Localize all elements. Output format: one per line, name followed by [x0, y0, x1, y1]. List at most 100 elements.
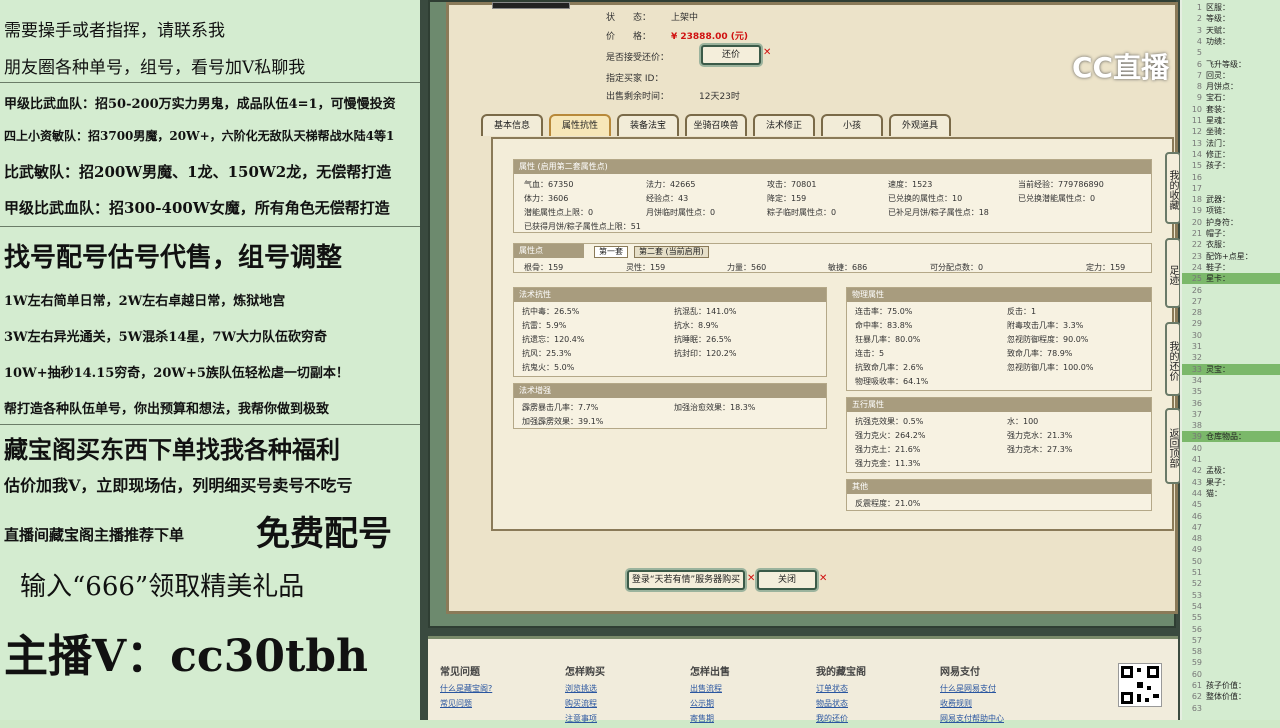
- spreadsheet-row[interactable]: 26: [1182, 285, 1280, 296]
- close-button[interactable]: 关闭: [757, 570, 817, 590]
- spreadsheet-row[interactable]: 29: [1182, 318, 1280, 329]
- tab-attributes[interactable]: 属性抗性: [549, 114, 611, 136]
- spreadsheet-row[interactable]: 31: [1182, 341, 1280, 352]
- spreadsheet-row[interactable]: 62 整体价值：: [1182, 691, 1280, 702]
- spreadsheet-row[interactable]: 7 回灵：: [1182, 70, 1280, 81]
- spreadsheet-row[interactable]: 51: [1182, 567, 1280, 578]
- spreadsheet-row[interactable]: 15 孩子：: [1182, 160, 1280, 171]
- footer-link[interactable]: 订单状态: [816, 683, 866, 694]
- footer-link[interactable]: 物品状态: [816, 698, 866, 709]
- footer-link[interactable]: 我的还价: [816, 713, 866, 724]
- spreadsheet-row[interactable]: 4 功绩：: [1182, 36, 1280, 47]
- spreadsheet-row[interactable]: 34: [1182, 375, 1280, 386]
- spreadsheet-row[interactable]: 43 果子：: [1182, 477, 1280, 488]
- spreadsheet-panel: 1 区服： 2 等级： 3 天赋： 4 功绩： 5 6 飞升等级： 7 回灵： 8 月饼点： 9 宝石： 10 套装…: [1182, 0, 1280, 720]
- five-cell: 强力克水：21.3%: [1007, 431, 1073, 440]
- spreadsheet-row[interactable]: 44 猫：: [1182, 488, 1280, 499]
- footer-link[interactable]: 寄售期: [690, 713, 730, 724]
- spreadsheet-row[interactable]: 20 护身符：: [1182, 217, 1280, 228]
- spreadsheet-row[interactable]: 46: [1182, 511, 1280, 522]
- spreadsheet-row[interactable]: 36: [1182, 398, 1280, 409]
- spreadsheet-row[interactable]: 49: [1182, 544, 1280, 555]
- footer-link[interactable]: 出售流程: [690, 683, 730, 694]
- spreadsheet-row[interactable]: 27: [1182, 296, 1280, 307]
- spreadsheet-row[interactable]: 1 区服：: [1182, 2, 1280, 13]
- tab-basic-info[interactable]: 基本信息: [481, 114, 543, 136]
- spreadsheet-row[interactable]: 23 配饰+点星：: [1182, 251, 1280, 262]
- spreadsheet-row[interactable]: 40: [1182, 443, 1280, 454]
- spreadsheet-row[interactable]: 25 星卡：: [1182, 273, 1280, 285]
- spreadsheet-row[interactable]: 17: [1182, 183, 1280, 194]
- row-label: 修正：: [1206, 149, 1230, 159]
- spreadsheet-row[interactable]: 8 月饼点：: [1182, 81, 1280, 92]
- spreadsheet-row[interactable]: 24 鞋子：: [1182, 262, 1280, 273]
- spreadsheet-row[interactable]: 42 孟极：: [1182, 465, 1280, 476]
- spreadsheet-row[interactable]: 19 项链：: [1182, 205, 1280, 216]
- spreadsheet-row[interactable]: 41: [1182, 454, 1280, 465]
- sidenav-my-bargains[interactable]: 我的还价: [1165, 322, 1181, 396]
- footer-link[interactable]: 浏览挑选: [565, 683, 605, 694]
- tab-children[interactable]: 小孩: [821, 114, 883, 136]
- spreadsheet-row[interactable]: 16: [1182, 172, 1280, 183]
- spreadsheet-row[interactable]: 52: [1182, 578, 1280, 589]
- spreadsheet-row[interactable]: 39 仓库物品：: [1182, 431, 1280, 443]
- footer-link[interactable]: 网易支付帮助中心: [940, 713, 1004, 724]
- spreadsheet-row[interactable]: 45: [1182, 499, 1280, 510]
- spreadsheet-row[interactable]: 38: [1182, 420, 1280, 431]
- spreadsheet-row[interactable]: 35: [1182, 386, 1280, 397]
- spreadsheet-row[interactable]: 10 套装：: [1182, 104, 1280, 115]
- sidenav-back-to-top[interactable]: 返回顶部: [1165, 408, 1181, 484]
- footer-link[interactable]: 什么是藏宝阁?: [440, 683, 492, 694]
- spreadsheet-row[interactable]: 48: [1182, 533, 1280, 544]
- footer-link[interactable]: 公示期: [690, 698, 730, 709]
- five-cell: 强力克金：11.3%: [855, 459, 921, 468]
- spreadsheet-row[interactable]: 53: [1182, 590, 1280, 601]
- spreadsheet-row[interactable]: 55: [1182, 612, 1280, 623]
- spreadsheet-row[interactable]: 57: [1182, 635, 1280, 646]
- spreadsheet-row[interactable]: 58: [1182, 646, 1280, 657]
- spreadsheet-row[interactable]: 5: [1182, 47, 1280, 58]
- spreadsheet-row[interactable]: 33 灵宝：: [1182, 363, 1280, 375]
- spreadsheet-row[interactable]: 37: [1182, 409, 1280, 420]
- footer-link[interactable]: 什么是网易支付: [940, 683, 1004, 694]
- spreadsheet-row[interactable]: 63: [1182, 703, 1280, 714]
- spreadsheet-row[interactable]: 22 衣服：: [1182, 239, 1280, 250]
- physical-cell: 狂暴几率：80.0%: [855, 335, 921, 344]
- spreadsheet-row[interactable]: 47: [1182, 522, 1280, 533]
- spreadsheet-row[interactable]: 60: [1182, 669, 1280, 680]
- login-server-buy-button[interactable]: 登录“天若有情”服务器购买: [627, 570, 745, 590]
- tab-spell-mods[interactable]: 法术修正: [753, 114, 815, 136]
- spreadsheet-row[interactable]: 11 星魂：: [1182, 115, 1280, 126]
- spreadsheet-row[interactable]: 6 飞升等级：: [1182, 59, 1280, 70]
- spreadsheet-row[interactable]: 56: [1182, 624, 1280, 635]
- tab-mounts-pets[interactable]: 坐骑召唤兽: [685, 114, 747, 136]
- sidenav-footprints[interactable]: 足迹: [1165, 238, 1181, 308]
- spreadsheet-row[interactable]: 12 坐骑：: [1182, 126, 1280, 137]
- spreadsheet-row[interactable]: 18 武器：: [1182, 194, 1280, 205]
- spreadsheet-row[interactable]: 59: [1182, 657, 1280, 668]
- spreadsheet-row[interactable]: 54: [1182, 601, 1280, 612]
- spreadsheet-row[interactable]: 50: [1182, 556, 1280, 567]
- spreadsheet-row[interactable]: 32: [1182, 352, 1280, 363]
- footer-link[interactable]: 常见问题: [440, 698, 492, 709]
- spreadsheet-row[interactable]: 9 宝石：: [1182, 92, 1280, 103]
- footer-link[interactable]: 购买流程: [565, 698, 605, 709]
- spreadsheet-row[interactable]: 28: [1182, 307, 1280, 318]
- five-cell: 水：100: [1007, 417, 1039, 426]
- footer-link[interactable]: 收费规则: [940, 698, 1004, 709]
- tab-appearance[interactable]: 外观道具: [889, 114, 951, 136]
- spreadsheet-row[interactable]: 14 修正：: [1182, 149, 1280, 160]
- spreadsheet-row[interactable]: 21 帽子：: [1182, 228, 1280, 239]
- tab-points-set-2[interactable]: 第二套 (当前启用): [634, 246, 709, 258]
- footer-link[interactable]: 注意事项: [565, 713, 605, 724]
- spreadsheet-row[interactable]: 30: [1182, 330, 1280, 341]
- tab-points-set-1[interactable]: 第一套: [594, 246, 628, 258]
- spreadsheet-row[interactable]: 61 孩子价值：: [1182, 680, 1280, 691]
- tab-equipment[interactable]: 装备法宝: [617, 114, 679, 136]
- spreadsheet-row[interactable]: 3 天赋：: [1182, 25, 1280, 36]
- sidenav-favorites[interactable]: 我的收藏: [1165, 152, 1181, 224]
- spreadsheet-row[interactable]: 13 法门：: [1182, 138, 1280, 149]
- bargain-button[interactable]: 还价: [701, 45, 761, 65]
- row-label: 套装：: [1206, 104, 1230, 114]
- spreadsheet-row[interactable]: 2 等级：: [1182, 13, 1280, 24]
